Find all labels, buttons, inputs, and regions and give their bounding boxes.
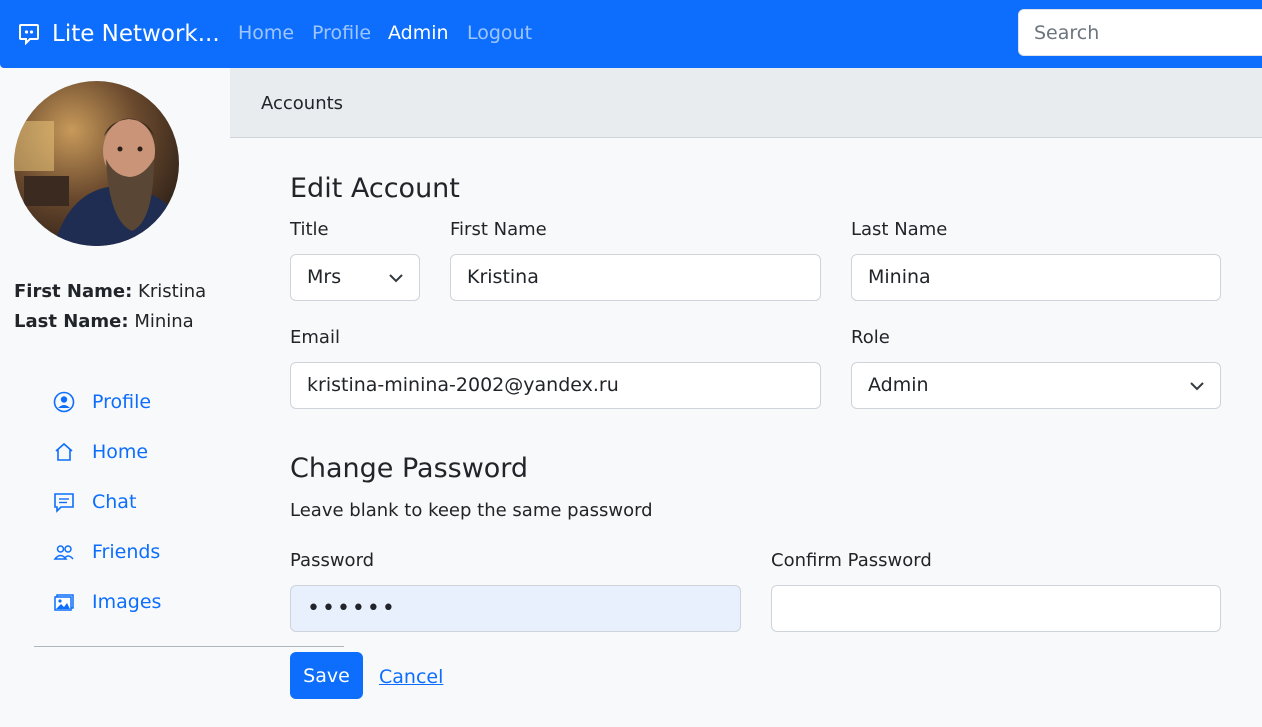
role-select-value: Admin [868, 374, 929, 396]
last-name-value: Minina [134, 311, 194, 332]
nav-link-logout[interactable]: Logout [467, 20, 532, 46]
sidebar-item-images[interactable]: Images [52, 589, 161, 615]
email-label: Email [290, 327, 340, 348]
avatar [14, 81, 179, 246]
chevron-down-icon [389, 274, 403, 283]
title-select[interactable]: Mrs [290, 254, 420, 301]
last-name-input[interactable]: Minina [851, 254, 1221, 301]
role-label: Role [851, 327, 890, 348]
email-input[interactable]: kristina-minina-2002@yandex.ru [290, 362, 821, 409]
top-navbar: Lite Network... Home Profile Admin Logou… [0, 0, 1262, 68]
role-select[interactable]: Admin [851, 362, 1221, 409]
sidebar-item-label: Friends [92, 541, 161, 563]
sidebar-item-profile[interactable]: Profile [52, 389, 151, 415]
nav-link-home[interactable]: Home [238, 20, 294, 46]
sidebar-item-label: Profile [92, 391, 152, 413]
chat-quote-icon [19, 24, 39, 45]
profile-first-name: First Name: Kristina [14, 280, 206, 304]
first-name-input[interactable]: Kristina [450, 254, 821, 301]
person-circle-icon [52, 390, 76, 414]
title-label: Title [290, 219, 329, 240]
last-name-input-value: Minina [868, 266, 931, 288]
profile-last-name: Last Name: Minina [14, 310, 194, 334]
breadcrumb-item-accounts[interactable]: Accounts [261, 92, 343, 116]
nav-link-admin[interactable]: Admin [388, 20, 449, 46]
cancel-link[interactable]: Cancel [379, 665, 443, 689]
images-icon [52, 590, 76, 614]
brand-name: Lite Network... [52, 21, 220, 47]
last-name-field-label: Last Name [851, 219, 948, 240]
nav-link-profile[interactable]: Profile [312, 20, 371, 46]
chat-icon [52, 490, 76, 514]
password-label: Password [290, 550, 375, 571]
house-icon [52, 440, 76, 464]
confirm-password-input[interactable] [771, 585, 1221, 632]
password-input-value: •••••• [307, 596, 397, 621]
sidebar-divider [34, 646, 344, 647]
sidebar-item-label: Images [92, 591, 162, 613]
confirm-password-label: Confirm Password [771, 550, 932, 571]
search-input[interactable] [1018, 9, 1262, 56]
chevron-down-icon [1190, 382, 1204, 391]
first-name-value: Kristina [138, 281, 207, 302]
save-button[interactable]: Save [290, 652, 363, 699]
title-select-value: Mrs [307, 266, 342, 288]
first-name-input-value: Kristina [467, 266, 539, 288]
password-input[interactable]: •••••• [290, 585, 741, 632]
sidebar-item-chat[interactable]: Chat [52, 489, 136, 515]
email-input-value: kristina-minina-2002@yandex.ru [307, 374, 619, 396]
people-icon [52, 540, 76, 564]
brand-link[interactable]: Lite Network... [18, 18, 220, 50]
sidebar-item-home[interactable]: Home [52, 439, 148, 465]
sidebar-item-label: Home [92, 441, 149, 463]
last-name-label: Last Name: [14, 311, 129, 332]
edit-account-heading: Edit Account [290, 173, 460, 204]
first-name-label: First Name: [14, 281, 133, 302]
sidebar-item-friends[interactable]: Friends [52, 539, 160, 565]
sidebar-item-label: Chat [92, 491, 137, 513]
change-password-heading: Change Password [290, 453, 529, 484]
password-hint: Leave blank to keep the same password [290, 500, 653, 521]
first-name-field-label: First Name [450, 219, 547, 240]
breadcrumb: Accounts [230, 68, 1262, 138]
